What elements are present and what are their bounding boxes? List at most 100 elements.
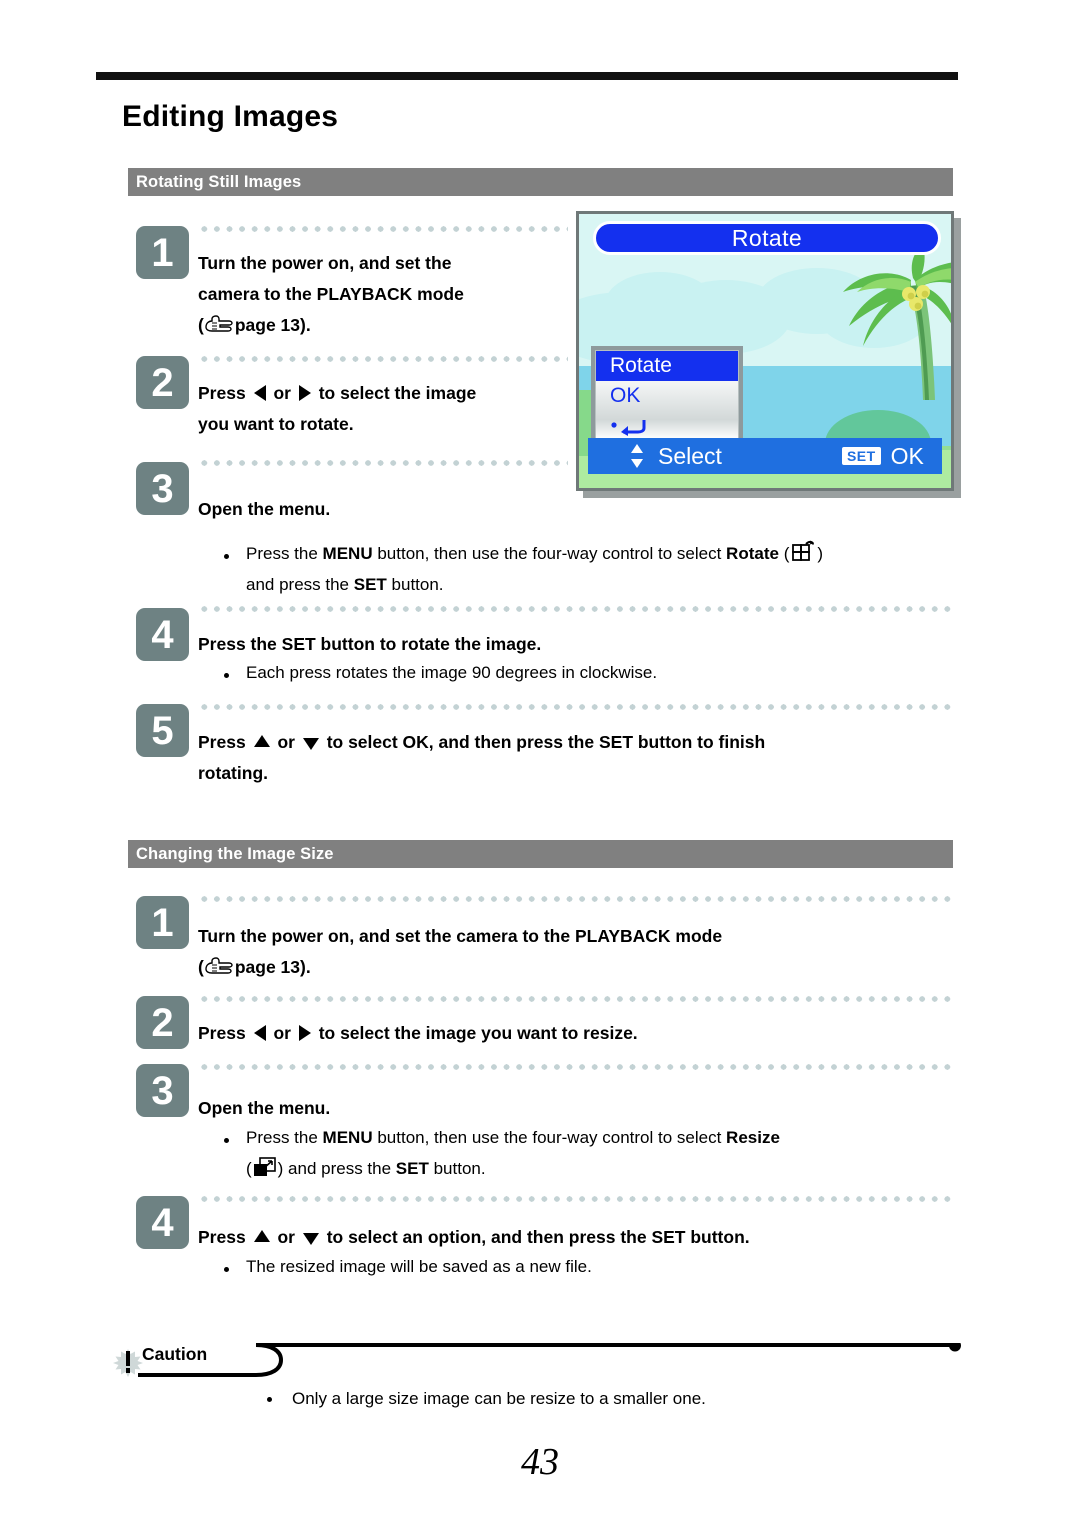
camera-lcd-screenshot: Rotate Rotate OK Select SET OK [576,211,954,491]
step-1-text: Turn the power on, and set the camera to… [198,248,568,341]
step-number-badge: 1 [136,226,189,279]
step-separator [198,460,568,466]
bullet-marker [224,1267,229,1272]
s2-step-4-text: Press or to select an option, and then p… [198,1222,958,1253]
set-button-label: SET [395,1159,429,1178]
s1-step2-mid: or [273,383,291,403]
step-number-badge: 4 [136,1196,189,1249]
lcd-menu-item-label: Rotate [610,354,672,377]
s1-step5-pre: Press [198,732,246,752]
left-arrow-icon [253,385,266,402]
s1-step2-post-a: to select the image [318,383,477,403]
s2-step4-post: to select an option, and then press the … [326,1227,750,1247]
page-title: Editing Images [122,100,339,133]
lcd-menu-item-ok[interactable]: OK [596,381,738,411]
menu-button-label: MENU [322,1128,373,1147]
return-arrow-icon [610,416,650,436]
s2-step-1-text: Turn the power on, and set the camera to… [198,921,958,983]
up-down-arrows-icon [631,444,643,468]
step-separator [198,896,956,902]
right-arrow-icon [298,385,311,402]
lcd-menu-item-label: OK [610,384,641,407]
down-arrow-icon [302,738,319,751]
step-3-bullet: Press the MENU button, then use the four… [246,538,956,600]
lcd-set-badge: SET [841,447,881,465]
paren-open: ( [246,1159,252,1178]
section-heading-rotating-still-images: Rotating Still Images [128,168,953,196]
lcd-ok-label: OK [890,442,924,469]
bullet-marker [267,1397,272,1402]
step-number-badge: 2 [136,356,189,409]
caution-bullet-text: Only a large size image can be resize to… [292,1389,706,1408]
step-number-badge: 4 [136,608,189,661]
s2-step2-post: to select the image you want to resize. [318,1023,638,1043]
manual-page: Editing Images Rotating Still Images 1 T… [0,0,1080,1527]
s2-step-2-text: Press or to select the image you want to… [198,1018,958,1049]
step-1-line-1: Turn the power on, and set the [198,253,452,273]
step-1-page-ref: page 13). [234,315,311,335]
lcd-popup-menu: Rotate OK [591,346,743,444]
resize-icon [253,1157,277,1178]
caution-block: Caution Only a large size image can be r… [112,1335,962,1408]
paren-close: ) [817,544,824,563]
s2-step1-line-1: Turn the power on, and set the camera to… [198,926,723,946]
s2-step-3-bullet: Press the MENU button, then use the four… [246,1122,946,1184]
lcd-bottom-bar: Select SET OK [588,438,942,474]
step-separator [198,704,956,710]
s1-step5-mid: or [277,732,295,752]
pointing-hand-icon [204,314,234,334]
header-rule [96,72,958,80]
bullet-mid: button, then use the four-way control to… [372,544,727,563]
step-4-text: Press the SET button to rotate the image… [198,634,542,654]
bullet-post: button. [386,575,444,594]
pointing-hand-icon [204,956,234,976]
lcd-menu-item-rotate[interactable]: Rotate [596,351,738,381]
step-separator [198,226,568,232]
bullet-post-pre: and press the [246,575,354,594]
step-number-badge: 2 [136,996,189,1049]
bullet-post: button. [428,1159,486,1178]
s1-step5-post-b: rotating. [198,763,268,783]
s2-step4-pre: Press [198,1227,246,1247]
lcd-title-label: Rotate [731,224,803,251]
s2-step1-page-ref: page 13). [234,957,311,977]
page-number: 43 [521,1441,559,1483]
left-arrow-icon [253,1025,266,1042]
s2-step2-mid: or [273,1023,291,1043]
s1-step2-post-b: you want to rotate. [198,414,354,434]
lcd-title-pill: Rotate [593,221,941,255]
step-number-badge: 3 [136,462,189,515]
bullet-marker [224,554,229,559]
rotate-icon [790,539,816,565]
section-heading-label: Rotating Still Images [136,172,302,191]
step-separator [198,606,956,612]
step-number-badge: 5 [136,704,189,757]
right-arrow-icon [298,1025,311,1042]
lcd-menu-item-return[interactable] [596,411,738,441]
step-separator [198,356,568,362]
bullet-marker [224,673,229,678]
s2-step-4-bullet: The resized image will be saved as a new… [246,1257,592,1276]
resize-menu-label: Resize [726,1128,780,1147]
s1-step2-pre: Press [198,383,246,403]
s2-step2-pre: Press [198,1023,246,1043]
up-arrow-icon [253,735,270,748]
step-5-text: Press or to select OK, and then press th… [198,727,958,789]
caution-rule [136,1339,962,1377]
step-separator [198,1196,956,1202]
rotate-menu-label: Rotate [726,544,779,563]
section-heading-changing-image-size: Changing the Image Size [128,840,953,868]
set-button-label: SET [353,575,387,594]
bullet-mid: button, then use the four-way control to… [372,1128,727,1147]
caution-title: Caution [142,1344,208,1364]
s1-step5-post-a: to select OK, and then press the SET but… [326,732,766,752]
up-arrow-icon [253,1230,270,1243]
s2-step-3-text: Open the menu. [198,1098,331,1118]
step-2-text: Press or to select the image you want to… [198,378,578,440]
bullet-post-pre: ) and press the [277,1159,396,1178]
step-separator [198,1064,956,1070]
lcd-select-label: Select [658,442,722,469]
step-3-text: Open the menu. [198,499,331,519]
step-4-bullet: Each press rotates the image 90 degrees … [246,663,658,682]
step-separator [198,996,956,1002]
